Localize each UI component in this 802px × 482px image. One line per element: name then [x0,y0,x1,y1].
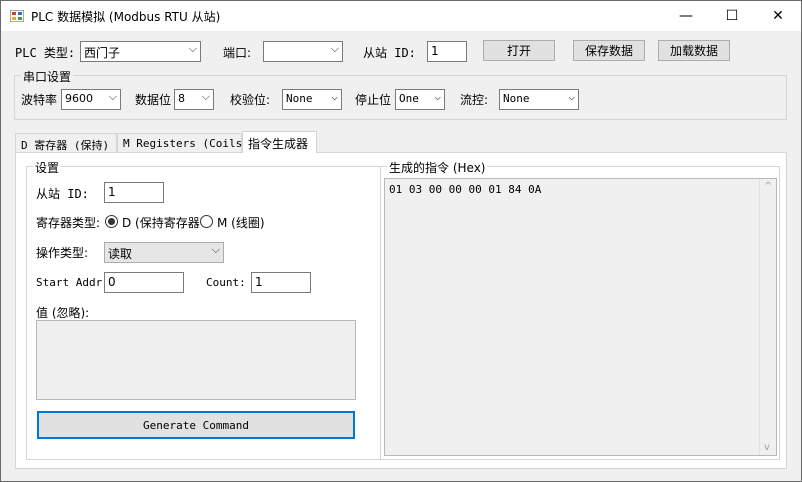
parity-value: None [286,92,313,105]
tab-m-registers[interactable]: M Registers (Coils) [117,133,249,153]
tab-command-generator[interactable]: 指令生成器 [242,131,317,153]
scroll-up-icon[interactable]: ^ [764,181,772,192]
scroll-down-icon[interactable]: v [764,442,770,453]
start-addr-input[interactable]: 0 [104,272,184,293]
tab-d-registers[interactable]: D 寄存器 (保持) [15,133,117,153]
baud-rate-value: 9600 [65,92,93,105]
parity-select[interactable]: None ⌵ [282,89,342,110]
chevron-down-icon: ⌵ [568,90,575,103]
serial-settings-title: 串口设置 [21,68,74,85]
value-label: 值 (忽略): [36,306,90,320]
chevron-down-icon: ⌵ [211,243,220,256]
operation-type-select[interactable]: 读取 ⌵ [104,242,224,263]
plc-type-value: 西门子 [84,46,121,60]
register-type-label: 寄存器类型: [36,216,101,230]
hex-output-text: 01 03 00 00 00 01 84 0A [389,183,542,196]
register-type-d-label[interactable]: D (保持寄存器 [122,214,200,231]
app-window: PLC 数据模拟 (Modbus RTU 从站) — ☐ ✕ PLC 类型: 西… [0,0,802,482]
save-data-button[interactable]: 保存数据 [573,40,645,61]
stop-bits-label: 停止位 [355,93,392,107]
flow-control-value: None [503,92,530,105]
plc-type-select[interactable]: 西门子 ⌵ [80,41,201,62]
port-select[interactable]: ⌵ [263,41,343,62]
data-bits-value: 8 [178,92,185,105]
chevron-down-icon: ⌵ [201,90,210,103]
minimize-button[interactable]: — [663,1,709,31]
count-input[interactable]: 1 [251,272,311,293]
chevron-down-icon: ⌵ [331,90,338,103]
chevron-down-icon: ⌵ [434,90,441,103]
chevron-down-icon: ⌵ [188,42,197,55]
close-button[interactable]: ✕ [755,1,801,31]
data-bits-select[interactable]: 8 ⌵ [174,89,214,110]
baud-rate-select[interactable]: 9600 ⌵ [61,89,121,110]
operation-type-value: 读取 [108,247,133,261]
chevron-down-icon: ⌵ [108,90,117,103]
register-type-m-label[interactable]: M (线圈) [217,214,265,231]
parity-label: 校验位: [230,93,271,107]
data-bits-label: 数据位 [135,93,172,107]
value-textarea[interactable] [36,320,356,400]
window-title: PLC 数据模拟 (Modbus RTU 从站) [31,10,221,24]
settings-title: 设置 [33,159,62,176]
flow-control-label: 流控: [460,93,489,107]
register-type-d-radio[interactable] [105,215,118,228]
load-data-button[interactable]: 加载数据 [658,40,730,61]
gen-slave-id-input[interactable]: 1 [104,182,164,203]
port-label: 端口: [223,46,252,60]
gen-slave-id-label: 从站 ID: [36,187,89,201]
flow-control-select[interactable]: None ⌵ [499,89,579,110]
title-bar[interactable]: PLC 数据模拟 (Modbus RTU 从站) — ☐ ✕ [1,1,801,31]
chevron-down-icon: ⌵ [330,42,339,55]
register-type-m-radio[interactable] [200,215,213,228]
maximize-button[interactable]: ☐ [709,1,755,31]
output-title: 生成的指令 (Hex) [387,159,488,176]
app-icon [10,10,24,22]
stop-bits-select[interactable]: One ⌵ [395,89,445,110]
stop-bits-value: One [399,92,419,105]
tab-panel-command-generator: 设置 从站 ID: 1 寄存器类型: D (保持寄存器 M (线圈) 操作类型:… [15,152,787,469]
open-button[interactable]: 打开 [483,40,555,61]
hex-output-textarea[interactable]: 01 03 00 00 00 01 84 0A ^ v [384,178,777,456]
vertical-scrollbar[interactable]: ^ v [759,179,776,455]
plc-type-label: PLC 类型: [15,46,76,60]
baud-rate-label: 波特率 [21,93,58,107]
generate-command-button[interactable]: Generate Command [37,411,355,439]
slave-id-label: 从站 ID: [363,46,416,60]
operation-type-label: 操作类型: [36,246,89,260]
count-label: Count: [206,276,246,289]
start-addr-label: Start Addr: [36,276,109,289]
slave-id-input[interactable]: 1 [427,41,467,62]
